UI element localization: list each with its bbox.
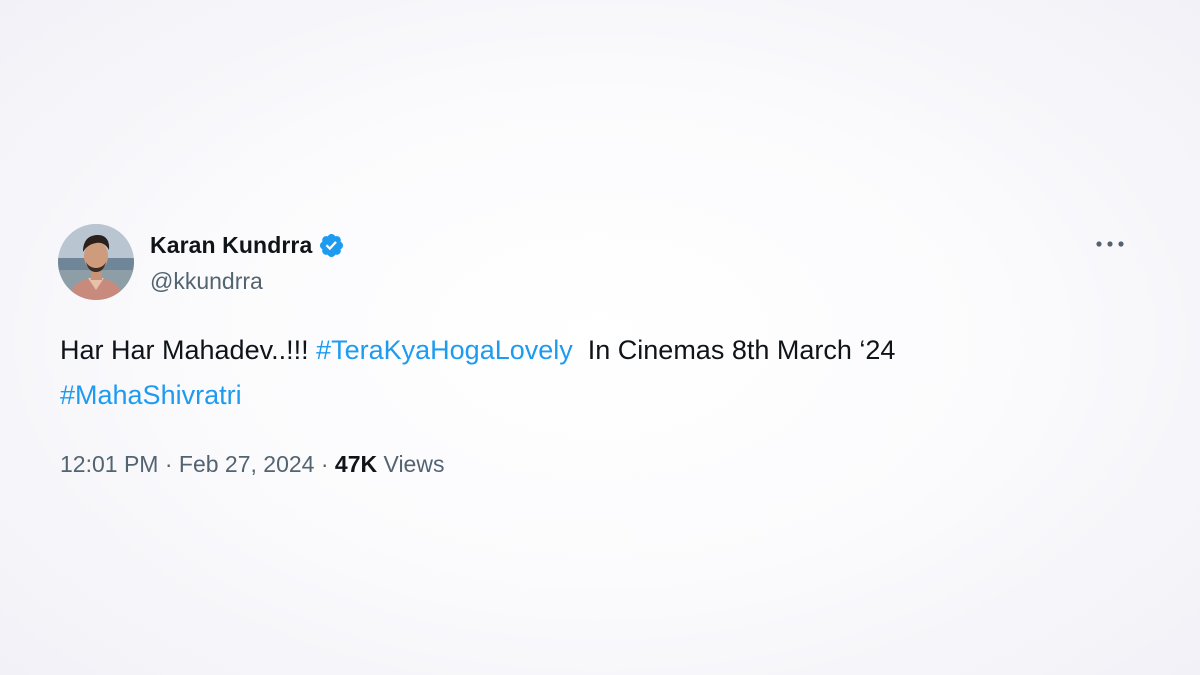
tweet-text-part: In Cinemas 8th March ‘24 [572,335,896,365]
more-options-button[interactable] [1094,232,1126,256]
avatar-image [58,224,134,300]
meta-separator: · [164,451,173,477]
author-name-row[interactable]: Karan Kundrra [150,229,345,261]
avatar[interactable] [58,224,134,300]
hashtag-tera-kya-hoga-lovely[interactable]: #TeraKyaHogaLovely [316,335,573,365]
hashtag-maha-shivratri[interactable]: #MahaShivratri [60,380,242,410]
tweet-text: Har Har Mahadev..!!! #TeraKyaHogaLovely … [60,328,1120,418]
tweet-time[interactable]: 12:01 PM [60,451,158,477]
tweet-date[interactable]: Feb 27, 2024 [179,451,315,477]
tweet-meta: 12:01 PM · Feb 27, 2024 · 47K Views [60,451,444,478]
author-handle[interactable]: @kkundrra [150,268,263,295]
tweet-text-part: Har Har Mahadev..!!! [60,335,317,365]
views-label[interactable]: Views [384,451,445,477]
views-count[interactable]: 47K [335,451,377,477]
more-options-icon [1096,241,1124,247]
verified-badge-icon[interactable] [318,232,345,259]
author-name[interactable]: Karan Kundrra [150,232,312,259]
meta-separator: · [320,451,329,477]
